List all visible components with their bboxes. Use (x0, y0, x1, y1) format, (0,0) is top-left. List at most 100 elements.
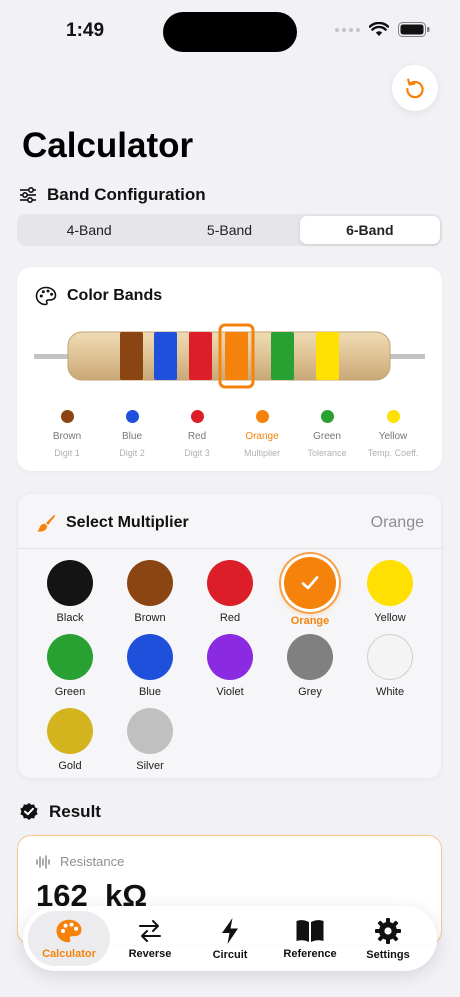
tab-reference[interactable]: Reference (269, 911, 351, 966)
resistor-lead-right (387, 354, 425, 359)
band-5[interactable] (271, 332, 294, 380)
color-swatch (127, 560, 173, 606)
arrows-swap-icon (139, 919, 161, 942)
palette-icon (35, 286, 57, 306)
result-header: Result (19, 802, 101, 822)
band-color-dot (386, 410, 400, 423)
color-swatch (207, 560, 253, 606)
band-legend-item[interactable]: Red Digit 3 (162, 410, 232, 460)
color-option-red[interactable]: Red (190, 560, 270, 624)
color-swatch (47, 560, 93, 606)
color-bands-header: Color Bands (35, 286, 162, 306)
waveform-icon (36, 854, 50, 869)
color-swatch (287, 634, 333, 680)
result-title: Result (49, 802, 101, 821)
band-color-dot (190, 410, 204, 423)
color-option-label: White (375, 686, 405, 698)
tab-label: Calculator (42, 947, 96, 960)
tab-circuit[interactable]: Circuit (189, 911, 271, 966)
band-legend-item[interactable]: Blue Digit 2 (97, 410, 167, 460)
color-bands-title: Color Bands (67, 287, 163, 304)
color-option-label: Silver (136, 760, 164, 772)
band-legend: Brown Digit 1 Blue Digit 2 Red Digit 3 O… (17, 410, 442, 470)
segment-6-band[interactable]: 6-Band (299, 216, 440, 244)
color-option-label: Yellow (374, 612, 406, 624)
checkmark-icon (301, 576, 319, 590)
band-role: Digit 1 (54, 448, 80, 458)
tab-label: Reverse (128, 947, 172, 960)
color-option-label: Orange (290, 615, 330, 627)
band-color-name: Green (313, 431, 341, 442)
battery-icon (398, 22, 430, 37)
multiplier-card: Select Multiplier Orange Black Brown Red… (17, 493, 443, 779)
reset-icon (406, 78, 424, 99)
color-option-violet[interactable]: Violet (190, 634, 270, 698)
band-legend-item[interactable]: Brown Digit 1 (32, 410, 102, 460)
tab-reverse[interactable]: Reverse (109, 911, 191, 966)
resistance-label: Resistance (60, 854, 125, 869)
band-4[interactable] (225, 332, 248, 380)
resistor-graphic (34, 323, 425, 389)
color-option-silver[interactable]: Silver (110, 708, 190, 772)
color-option-orange[interactable]: Orange (270, 557, 350, 627)
segment-4-band[interactable]: 4-Band (19, 216, 159, 244)
band-1[interactable] (120, 332, 143, 380)
multiplier-selected-value: Orange (370, 514, 424, 531)
book-icon (296, 919, 324, 942)
multiplier-title: Select Multiplier (66, 514, 189, 531)
tab-bar: Calculator Reverse Circuit Reference Set… (23, 906, 437, 971)
color-option-label: Red (219, 612, 241, 624)
color-option-yellow[interactable]: Yellow (350, 560, 430, 624)
color-option-gold[interactable]: Gold (30, 708, 110, 772)
gear-icon (375, 917, 401, 944)
band-color-dot (255, 410, 269, 423)
color-option-label: Green (54, 686, 86, 698)
band-legend-item[interactable]: Orange Multiplier (227, 410, 297, 460)
tab-calculator[interactable]: Calculator (28, 911, 110, 966)
paintbrush-icon (37, 514, 55, 532)
color-option-white[interactable]: White (350, 634, 430, 698)
color-option-label: Black (56, 612, 84, 624)
segment-5-band[interactable]: 5-Band (159, 216, 299, 244)
color-swatch (127, 708, 173, 754)
color-option-blue[interactable]: Blue (110, 634, 190, 698)
tab-settings[interactable]: Settings (347, 911, 429, 966)
band-role: Tolerance (307, 448, 347, 458)
dynamic-island (163, 12, 297, 52)
band-role: Temp. Coeff. (367, 448, 419, 458)
tab-label: Circuit (212, 948, 248, 961)
band-color-dot (60, 410, 74, 423)
band-color-name: Blue (121, 431, 142, 442)
color-option-grey[interactable]: Grey (270, 634, 350, 698)
color-swatch (367, 560, 413, 606)
band-legend-item[interactable]: Green Tolerance (292, 410, 362, 460)
color-swatch (207, 634, 253, 680)
color-option-green[interactable]: Green (30, 634, 110, 698)
tab-label: Settings (366, 948, 410, 961)
band-3[interactable] (189, 332, 212, 380)
resistor-lead-left (34, 354, 70, 359)
palette-icon (56, 919, 82, 942)
multiplier-header: Select Multiplier (36, 513, 189, 533)
sliders-icon (20, 187, 36, 203)
color-option-label: Gold (58, 760, 82, 772)
band-color-dot (320, 410, 334, 423)
band-color-dot (125, 410, 139, 423)
band-2[interactable] (154, 332, 177, 380)
checkmark-seal-icon (20, 803, 38, 820)
color-swatch-selected (284, 557, 336, 609)
color-option-brown[interactable]: Brown (110, 560, 190, 624)
band-config-title: Band Configuration (47, 185, 206, 204)
status-bar: 1:49 (0, 0, 460, 62)
band-color-name: Orange (245, 431, 279, 442)
bolt-icon (222, 917, 238, 944)
color-swatch (367, 634, 413, 680)
band-6[interactable] (316, 332, 339, 380)
band-color-name: Yellow (378, 431, 408, 442)
reset-button[interactable] (392, 65, 438, 111)
color-option-black[interactable]: Black (30, 560, 110, 624)
resistance-label-row: Resistance (36, 854, 124, 869)
color-bands-card: Color Bands Brown Digit 1 Blue Digit 2 R… (17, 267, 442, 471)
status-icons (335, 22, 430, 37)
band-legend-item[interactable]: Yellow Temp. Coeff. (358, 410, 428, 460)
